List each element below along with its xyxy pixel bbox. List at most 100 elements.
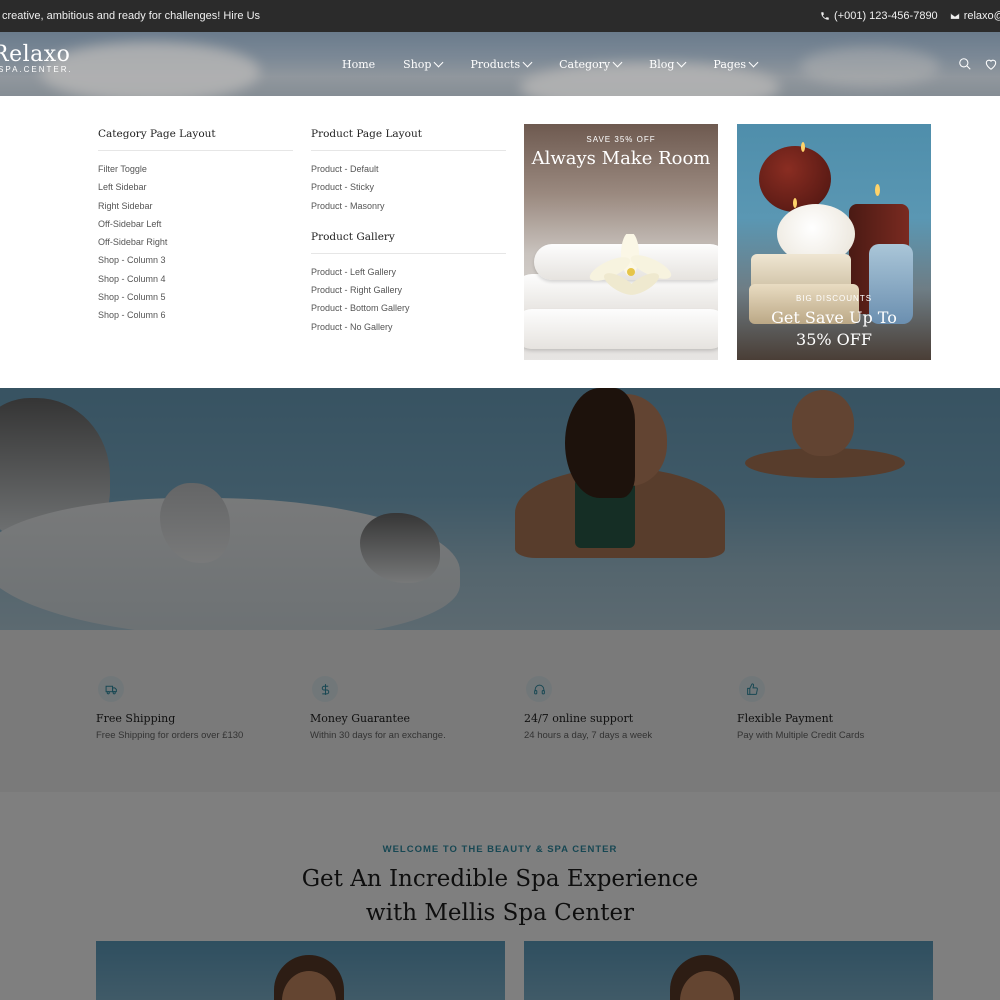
thumbs-up-icon xyxy=(746,682,758,695)
phone-icon xyxy=(821,12,829,20)
menu-link[interactable]: Product - No Gallery xyxy=(311,318,506,336)
menu-column-title: Product Gallery xyxy=(311,231,506,254)
nav-shop[interactable]: Shop xyxy=(403,57,444,71)
feature-online-support: 24/7 online support 24 hours a day, 7 da… xyxy=(524,676,724,741)
menu-link[interactable]: Shop - Column 6 xyxy=(98,306,293,324)
site-logo[interactable]: Relaxo SPA.CENTER. xyxy=(0,42,73,74)
woman-hair-image xyxy=(565,388,635,498)
chevron-down-icon xyxy=(676,57,687,67)
feature-free-shipping: Free Shipping Free Shipping for orders o… xyxy=(96,676,296,741)
logo-tagline: SPA.CENTER. xyxy=(0,65,73,74)
nav-products[interactable]: Products xyxy=(470,57,533,71)
welcome-section: WELCOME TO THE BEAUTY & SPA CENTER Get A… xyxy=(0,792,1000,1000)
menu-link[interactable]: Off-Sidebar Left xyxy=(98,215,293,233)
spa-image-card[interactable] xyxy=(524,941,933,1000)
phone-number: (+001) 123-456-7890 xyxy=(834,10,938,22)
top-bar: creative, ambitious and ready for challe… xyxy=(0,0,1000,32)
topbar-phone[interactable]: (+001) 123-456-7890 xyxy=(820,10,938,22)
main-nav: Home Shop Products Category Blog Pages xyxy=(342,32,785,96)
feature-icon-badge xyxy=(739,676,765,702)
menu-link[interactable]: Shop - Column 3 xyxy=(98,251,293,269)
feature-subtitle: Within 30 days for an exchange. xyxy=(310,730,446,741)
menu-link[interactable]: Product - Right Gallery xyxy=(311,281,506,299)
feature-subtitle: Free Shipping for orders over £130 xyxy=(96,730,244,741)
nav-label: Category xyxy=(559,57,611,71)
promo-tag: BIG DISCOUNTS xyxy=(795,294,873,303)
nav-category[interactable]: Category xyxy=(559,57,623,71)
chevron-down-icon xyxy=(434,57,444,67)
menu-link[interactable]: Filter Toggle xyxy=(98,160,293,178)
topbar-contacts: (+001) 123-456-7890 relaxo@te xyxy=(820,10,1000,22)
site-header: Relaxo SPA.CENTER. Home Shop Products Ca… xyxy=(0,32,1000,96)
feature-icon-badge xyxy=(312,676,338,702)
menu-link[interactable]: Product - Masonry xyxy=(311,197,506,215)
chevron-down-icon xyxy=(748,57,759,67)
menu-link[interactable]: Product - Bottom Gallery xyxy=(311,299,506,317)
menu-link[interactable]: Right Sidebar xyxy=(98,197,293,215)
welcome-title-line: with Mellis Spa Center xyxy=(365,900,635,926)
promo-headline: Get Save Up To xyxy=(771,308,897,327)
menu-column-category-layout: Category Page Layout Filter Toggle Left … xyxy=(98,128,293,325)
nav-label: Pages xyxy=(713,57,747,71)
feature-subtitle: 24 hours a day, 7 days a week xyxy=(524,730,653,741)
page-content: Free Shipping Free Shipping for orders o… xyxy=(0,388,1000,1000)
towel-image xyxy=(524,309,718,349)
flame-image xyxy=(875,184,880,196)
welcome-kicker: WELCOME TO THE BEAUTY & SPA CENTER xyxy=(382,844,618,855)
lily-flower-image xyxy=(589,234,672,295)
feature-money-guarantee: Money Guarantee Within 30 days for an ex… xyxy=(310,676,510,741)
search-icon[interactable] xyxy=(958,57,972,71)
feature-subtitle: Pay with Multiple Credit Cards xyxy=(737,730,865,741)
headset-icon xyxy=(533,684,545,694)
welcome-title: Get An Incredible Spa Experience with Me… xyxy=(0,862,1000,930)
logo-wordmark: Relaxo xyxy=(0,42,71,67)
nav-blog[interactable]: Blog xyxy=(649,57,687,71)
promo-banner-towels[interactable]: SAVE 35% OFF Always Make Room xyxy=(524,124,718,360)
email-address: relaxo@te xyxy=(963,10,1000,22)
chevron-down-icon xyxy=(612,57,623,67)
topbar-tagline[interactable]: creative, ambitious and ready for challe… xyxy=(2,10,260,22)
menu-link[interactable]: Product - Default xyxy=(311,160,506,178)
promo-headline: Always Make Room xyxy=(531,148,711,169)
envelope-icon xyxy=(950,13,960,19)
nav-home[interactable]: Home xyxy=(342,58,375,71)
feature-title: Flexible Payment xyxy=(737,712,834,725)
header-actions xyxy=(958,32,998,96)
nav-label: Blog xyxy=(649,57,675,71)
feature-icon-badge xyxy=(526,676,552,702)
feature-title: Money Guarantee xyxy=(310,712,410,725)
feature-flexible-payment: Flexible Payment Pay with Multiple Credi… xyxy=(737,676,937,741)
mega-menu: Category Page Layout Filter Toggle Left … xyxy=(0,96,1000,388)
menu-link[interactable]: Product - Sticky xyxy=(311,178,506,196)
menu-link[interactable]: Off-Sidebar Right xyxy=(98,233,293,251)
promo-headline: 35% OFF xyxy=(796,330,872,349)
feature-title: Free Shipping xyxy=(96,712,176,725)
hero-banner xyxy=(0,388,1000,638)
menu-column-title: Category Page Layout xyxy=(98,128,293,151)
nav-pages[interactable]: Pages xyxy=(713,57,759,71)
feature-icon-badge xyxy=(98,676,124,702)
nav-label: Home xyxy=(342,57,376,71)
menu-column-title: Product Page Layout xyxy=(311,128,506,151)
promo-banner-candles[interactable]: BIG DISCOUNTS Get Save Up To 35% OFF xyxy=(737,124,931,360)
menu-link[interactable]: Left Sidebar xyxy=(98,178,293,196)
feature-title: 24/7 online support xyxy=(524,712,634,725)
flame-image xyxy=(793,198,797,208)
dollar-icon xyxy=(321,683,329,695)
menu-column-product-layout: Product Page Layout Product - Default Pr… xyxy=(311,128,506,336)
truck-icon xyxy=(105,685,117,694)
topbar-email[interactable]: relaxo@te xyxy=(950,10,1000,22)
nav-label: Products xyxy=(470,57,521,71)
menu-link[interactable]: Shop - Column 4 xyxy=(98,270,293,288)
menu-link[interactable]: Shop - Column 5 xyxy=(98,288,293,306)
man-face-image xyxy=(792,390,854,456)
chevron-down-icon xyxy=(522,57,533,67)
features-strip: Free Shipping Free Shipping for orders o… xyxy=(0,630,1000,792)
menu-link[interactable]: Product - Left Gallery xyxy=(311,263,506,281)
flame-image xyxy=(801,142,805,152)
welcome-title-line: Get An Incredible Spa Experience xyxy=(301,866,699,892)
heart-icon[interactable] xyxy=(984,57,998,71)
nav-label: Shop xyxy=(403,57,432,71)
promo-tag: SAVE 35% OFF xyxy=(586,135,656,144)
spa-image-card[interactable] xyxy=(96,941,505,1000)
